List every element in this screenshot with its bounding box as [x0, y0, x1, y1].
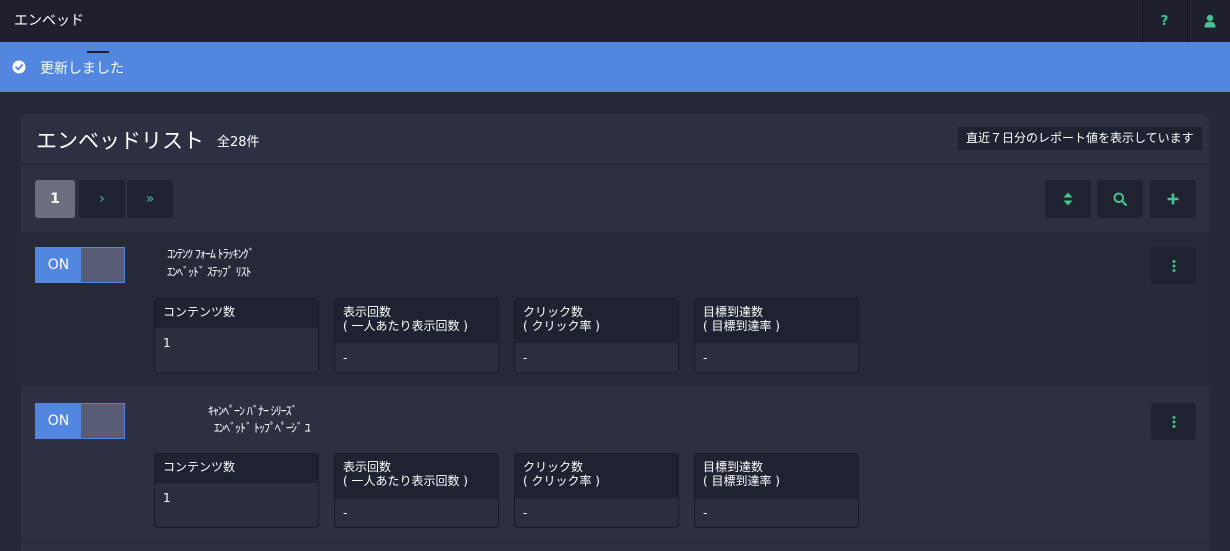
search-icon — [1113, 192, 1127, 206]
stat-impressions-label: 表示回数 ( 一人あたり表示回数 ) — [335, 454, 498, 498]
sort-button[interactable] — [1045, 180, 1091, 218]
kebab-icon — [1172, 415, 1175, 428]
stat-contents-value: 1 — [163, 336, 171, 350]
stat-contents-label: コンテンツ数 — [155, 299, 318, 328]
stat-clicks-label: クリック数 ( クリック率 ) — [515, 299, 678, 343]
stat-impressions-title: 表示回数 — [343, 460, 392, 474]
embed-list-panel: エンベッドリスト 全28件 直近７日分のレポート値を表示しています 1 › » … — [21, 114, 1209, 551]
question-icon: ? — [1160, 13, 1169, 29]
check-circle-icon — [12, 60, 26, 74]
stat-clicks-subtitle: ( クリック率 ) — [523, 474, 600, 488]
stat-goals-subtitle: ( 目標到達率 ) — [703, 474, 780, 488]
stat-goals-title: 目標到達数 — [703, 460, 764, 474]
top-bar: エンベッド ? — [0, 0, 1230, 42]
double-chevron-right-icon: » — [145, 191, 155, 207]
embed-name-line2[interactable]: ｴﾝﾍﾞｯﾄﾞ ｽﾃｯﾌﾟ ﾘｽﾄ — [167, 263, 252, 280]
stat-clicks-value: - — [523, 506, 528, 520]
divider — [21, 164, 1209, 165]
help-button[interactable]: ? — [1142, 0, 1186, 42]
stat-clicks: クリック数 ( クリック率 ) - — [514, 298, 679, 373]
item-menu-button[interactable] — [1151, 403, 1196, 440]
embed-name[interactable]: ｷｬﾝﾍﾟｰﾝ ﾊﾞﾅｰ ｼﾘｰｽﾞ — [208, 402, 298, 419]
last-page-button[interactable]: » — [127, 180, 173, 218]
stat-goals: 目標到達数 ( 目標到達率 ) - — [694, 453, 859, 528]
user-icon — [1204, 14, 1215, 28]
stat-clicks-title: クリック数 — [523, 305, 584, 319]
alert-message: 更新しました — [40, 61, 124, 77]
status-toggle[interactable]: ON — [35, 403, 125, 439]
stat-contents-label: コンテンツ数 — [155, 454, 318, 483]
stat-goals-label: 目標到達数 ( 目標到達率 ) — [695, 299, 858, 343]
stat-clicks-label: クリック数 ( クリック率 ) — [515, 454, 678, 498]
success-alert: 更新しました — [0, 42, 1230, 92]
app-title: エンベッド — [14, 13, 84, 29]
stat-goals: 目標到達数 ( 目標到達率 ) - — [694, 298, 859, 373]
toggle-on-label: ON — [36, 404, 81, 438]
toggle-knob — [81, 404, 124, 438]
stat-clicks-subtitle: ( クリック率 ) — [523, 319, 600, 333]
stat-clicks-title: クリック数 — [523, 460, 584, 474]
embed-name[interactable]: ｺﾝﾃﾝﾂ ﾌｫｰﾑ ﾄﾗｯｷﾝｸﾞ — [167, 245, 255, 262]
chevron-right-icon: › — [99, 191, 105, 207]
stat-impressions-title: 表示回数 — [343, 305, 392, 319]
page-title: エンベッドリスト — [36, 129, 204, 153]
list-item: ON ｺﾝﾃﾝﾂ ﾌｫｰﾑ ﾄﾗｯｷﾝｸﾞ ｴﾝﾍﾞｯﾄﾞ ｽﾃｯﾌﾟ ﾘｽﾄ … — [21, 232, 1209, 387]
stat-goals-subtitle: ( 目標到達率 ) — [703, 319, 780, 333]
stat-clicks: クリック数 ( クリック率 ) - — [514, 453, 679, 528]
stat-goals-label: 目標到達数 ( 目標到達率 ) — [695, 454, 858, 498]
stat-contents: コンテンツ数 1 — [154, 298, 319, 373]
stat-goals-value: - — [703, 506, 708, 520]
stat-goals-title: 目標到達数 — [703, 305, 764, 319]
status-toggle[interactable]: ON — [35, 247, 125, 283]
stat-impressions: 表示回数 ( 一人あたり表示回数 ) - — [334, 453, 499, 528]
add-button[interactable] — [1150, 180, 1196, 218]
list-item: ON ｷｬﾝﾍﾟｰﾝ ﾊﾞﾅｰ ｼﾘｰｽﾞ ｴﾝﾍﾞｯﾄﾞ ﾄｯﾌﾟﾍﾟｰｼﾞ … — [21, 387, 1209, 542]
report-period-badge: 直近７日分のレポート値を表示しています — [958, 127, 1202, 150]
stat-impressions-subtitle: ( 一人あたり表示回数 ) — [343, 319, 468, 333]
stat-contents-value: 1 — [163, 491, 171, 505]
stat-goals-value: - — [703, 351, 708, 365]
stat-clicks-value: - — [523, 351, 528, 365]
alert-accent-line — [87, 51, 109, 53]
toggle-on-label: ON — [36, 248, 81, 282]
user-menu-button[interactable] — [1187, 0, 1230, 42]
stat-impressions-value: - — [343, 351, 348, 365]
plus-icon — [1167, 193, 1179, 205]
kebab-icon — [1172, 259, 1175, 272]
stat-impressions: 表示回数 ( 一人あたり表示回数 ) - — [334, 298, 499, 373]
stat-impressions-subtitle: ( 一人あたり表示回数 ) — [343, 474, 468, 488]
stat-contents: コンテンツ数 1 — [154, 453, 319, 528]
embed-name-line2[interactable]: ｴﾝﾍﾞｯﾄﾞ ﾄｯﾌﾟﾍﾟｰｼﾞ ﾕ — [214, 419, 311, 436]
toggle-knob — [81, 248, 124, 282]
page-1-button[interactable]: 1 — [35, 180, 75, 218]
next-page-button[interactable]: › — [79, 180, 125, 218]
stat-impressions-label: 表示回数 ( 一人あたり表示回数 ) — [335, 299, 498, 343]
divider — [21, 542, 1209, 543]
stat-impressions-value: - — [343, 506, 348, 520]
sort-icon — [1063, 192, 1073, 206]
item-menu-button[interactable] — [1151, 247, 1196, 284]
search-button[interactable] — [1097, 180, 1143, 218]
total-count: 全28件 — [217, 135, 260, 150]
